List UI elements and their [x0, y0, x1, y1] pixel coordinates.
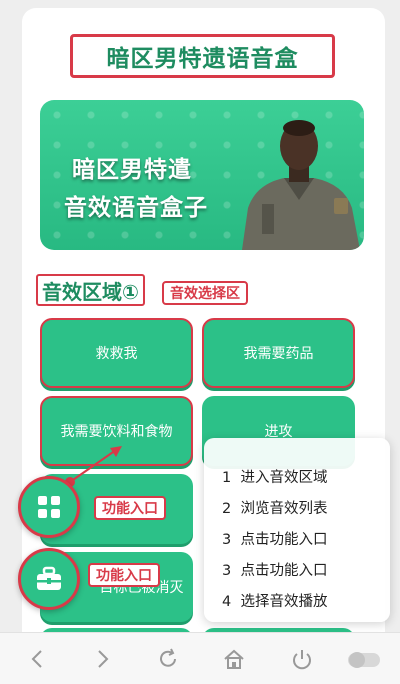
sound-button-medicine[interactable]: 我需要药品 [202, 318, 355, 388]
refresh-icon[interactable] [156, 647, 180, 671]
sound-button-help[interactable]: 救救我 [40, 318, 193, 388]
step-text: 进入音效区域 [240, 470, 328, 486]
section-label: 音效区域① [36, 274, 145, 306]
step-text: 浏览音效列表 [240, 501, 328, 517]
section-tag-text: 音效选择区 [170, 286, 240, 302]
tip-text: 功能入口 [96, 568, 152, 584]
back-icon[interactable] [26, 647, 50, 671]
step-item: 3 点击功能入口 [222, 528, 390, 559]
toolbox-tip: 功能入口 [88, 563, 160, 587]
step-text: 点击功能入口 [240, 532, 328, 548]
toolbox-icon [37, 566, 61, 590]
step-text: 选择音效播放 [240, 594, 328, 610]
browser-nav-bar [0, 632, 400, 684]
step-number: 4 [222, 594, 232, 610]
step-number: 3 [222, 563, 232, 579]
toggle-icon[interactable] [346, 647, 382, 671]
page-title: 暗区男特遗语音盒 [70, 34, 335, 78]
banner-line-2: 音效语音盒子 [64, 195, 208, 221]
tip-text: 功能入口 [102, 501, 158, 517]
section-tag: 音效选择区 [162, 281, 248, 305]
step-number: 2 [222, 501, 232, 517]
power-icon[interactable] [290, 647, 314, 671]
step-number: 1 [222, 470, 232, 486]
step-number: 3 [222, 532, 232, 548]
function-entry-tip: 功能入口 [94, 496, 166, 520]
step-item: 1 进入音效区域 [222, 466, 390, 497]
annotation-arrow [65, 446, 122, 487]
step-item: 4 选择音效播放 [222, 590, 390, 621]
banner-line-1: 暗区男特遣 [72, 157, 192, 183]
step-item: 3 点击功能入口 [222, 559, 390, 590]
forward-icon[interactable] [90, 647, 114, 671]
grid-icon [38, 496, 60, 518]
toolbox-fab[interactable] [18, 548, 80, 610]
sound-button-label: 我需要饮料和食物 [60, 424, 173, 440]
page-title-text: 暗区男特遗语音盒 [106, 46, 299, 72]
step-text: 点击功能入口 [240, 563, 328, 579]
step-item: 2 浏览音效列表 [222, 497, 390, 528]
steps-panel: 1 进入音效区域 2 浏览音效列表 3 点击功能入口 3 点击功能入口 4 选择… [204, 438, 390, 622]
banner: 暗区男特遣 音效语音盒子 [40, 100, 364, 250]
section-label-text: 音效区域① [42, 279, 139, 304]
sound-button-label: 我需要药品 [243, 346, 314, 362]
function-entry-fab[interactable] [18, 476, 80, 538]
soldier-image [242, 120, 360, 250]
sound-button-label: 救救我 [95, 346, 138, 362]
home-icon[interactable] [222, 647, 246, 671]
